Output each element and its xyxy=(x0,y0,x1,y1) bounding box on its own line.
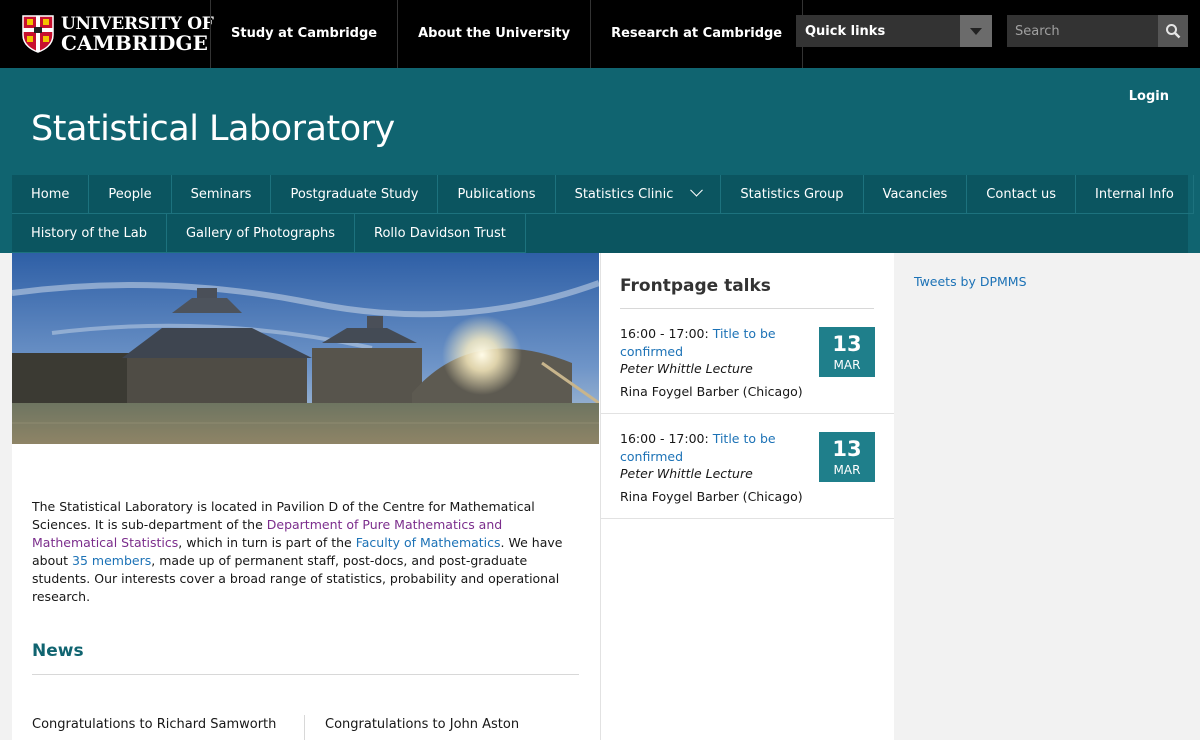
news-item-aston[interactable]: Congratulations to John Aston xyxy=(325,717,519,732)
nav-statistics-group[interactable]: Statistics Group xyxy=(721,175,864,214)
nav-postgraduate-study[interactable]: Postgraduate Study xyxy=(271,175,439,214)
talk-speaker: Rina Foygel Barber (Chicago) xyxy=(620,384,803,399)
talk-day: 13 xyxy=(832,332,862,356)
search-icon xyxy=(1166,24,1181,39)
talk-speaker: Rina Foygel Barber (Chicago) xyxy=(620,489,803,504)
talk-time: 16:00 - 17:00: xyxy=(620,431,713,446)
logo-wordmark: UNIVERSITY OF CAMBRIDGE xyxy=(61,15,214,55)
nav-contact-us[interactable]: Contact us xyxy=(967,175,1077,214)
nav-research-at-cambridge[interactable]: Research at Cambridge xyxy=(590,0,804,68)
nav-internal-info[interactable]: Internal Info xyxy=(1076,175,1194,214)
main-navigation: Home People Seminars Postgraduate Study … xyxy=(12,175,1194,253)
tweets-by-dpmms-link[interactable]: Tweets by DPMMS xyxy=(914,274,1027,289)
nav-rollo-davidson-trust[interactable]: Rollo Davidson Trust xyxy=(355,214,526,253)
chevron-down-icon[interactable] xyxy=(690,183,704,197)
news-heading: News xyxy=(32,641,84,661)
nav-gallery-of-photographs[interactable]: Gallery of Photographs xyxy=(166,214,355,253)
talk-month: MAR xyxy=(833,358,861,372)
talk-day: 13 xyxy=(832,437,862,461)
site-header: Login Statistical Laboratory Home People… xyxy=(0,68,1200,253)
login-link[interactable]: Login xyxy=(1129,89,1169,104)
talk-time-title: 16:00 - 17:00: Title to be confirmed xyxy=(620,325,810,361)
search-button[interactable] xyxy=(1158,15,1188,47)
site-title[interactable]: Statistical Laboratory xyxy=(31,109,395,149)
talk-series: Peter Whittle Lecture xyxy=(620,466,753,481)
quick-links-dropdown[interactable]: Quick links xyxy=(796,15,992,47)
news-divider xyxy=(32,674,579,675)
hero-photo xyxy=(12,253,599,444)
talks-heading: Frontpage talks xyxy=(620,276,771,296)
members-link[interactable]: 35 members xyxy=(72,553,151,568)
frontpage-talks: Frontpage talks 16:00 - 17:00: Title to … xyxy=(600,253,894,740)
faculty-link[interactable]: Faculty of Mathematics xyxy=(356,535,501,550)
nav-publications[interactable]: Publications xyxy=(438,175,556,214)
university-logo[interactable]: UNIVERSITY OF CAMBRIDGE xyxy=(22,14,214,54)
main-content: The Statistical Laboratory is located in… xyxy=(12,253,600,740)
quick-links-label: Quick links xyxy=(805,23,886,39)
nav-about-the-university[interactable]: About the University xyxy=(397,0,590,68)
talk-date-badge: 13 MAR xyxy=(819,327,875,377)
intro-text-2: , which in turn is part of the xyxy=(178,535,356,550)
nav-history-of-the-lab[interactable]: History of the Lab xyxy=(12,214,167,253)
university-crest-icon xyxy=(22,15,54,53)
main-nav-row-2: History of the Lab Gallery of Photograph… xyxy=(12,214,1188,253)
talk-month: MAR xyxy=(833,463,861,477)
talk-time: 16:00 - 17:00: xyxy=(620,326,713,341)
search-box xyxy=(1007,15,1188,47)
logo-line2: CAMBRIDGE xyxy=(61,31,209,55)
intro-paragraph: The Statistical Laboratory is located in… xyxy=(32,498,580,606)
talk-item: 16:00 - 17:00: Title to be confirmed Pet… xyxy=(601,414,894,519)
nav-seminars[interactable]: Seminars xyxy=(171,175,272,214)
nav-statistics-clinic-label: Statistics Clinic xyxy=(574,186,674,202)
nav-study-at-cambridge[interactable]: Study at Cambridge xyxy=(210,0,397,68)
talk-time-title: 16:00 - 17:00: Title to be confirmed xyxy=(620,430,810,466)
university-top-bar: UNIVERSITY OF CAMBRIDGE Study at Cambrid… xyxy=(0,0,1200,68)
dropdown-arrow-icon[interactable] xyxy=(960,15,992,47)
nav-home[interactable]: Home xyxy=(12,175,90,214)
nav-vacancies[interactable]: Vacancies xyxy=(863,175,968,214)
talk-date-badge: 13 MAR xyxy=(819,432,875,482)
search-input[interactable] xyxy=(1007,15,1158,47)
pavilion-photo-illustration xyxy=(12,253,599,444)
news-separator xyxy=(304,715,305,740)
university-nav: Study at Cambridge About the University … xyxy=(210,0,804,68)
main-nav-row-1: Home People Seminars Postgraduate Study … xyxy=(12,175,1194,214)
talk-item: 16:00 - 17:00: Title to be confirmed Pet… xyxy=(601,309,894,414)
nav-statistics-clinic[interactable]: Statistics Clinic xyxy=(555,175,722,214)
nav-people[interactable]: People xyxy=(89,175,172,214)
news-item-samworth[interactable]: Congratulations to Richard Samworth xyxy=(32,717,276,732)
talk-series: Peter Whittle Lecture xyxy=(620,361,753,376)
